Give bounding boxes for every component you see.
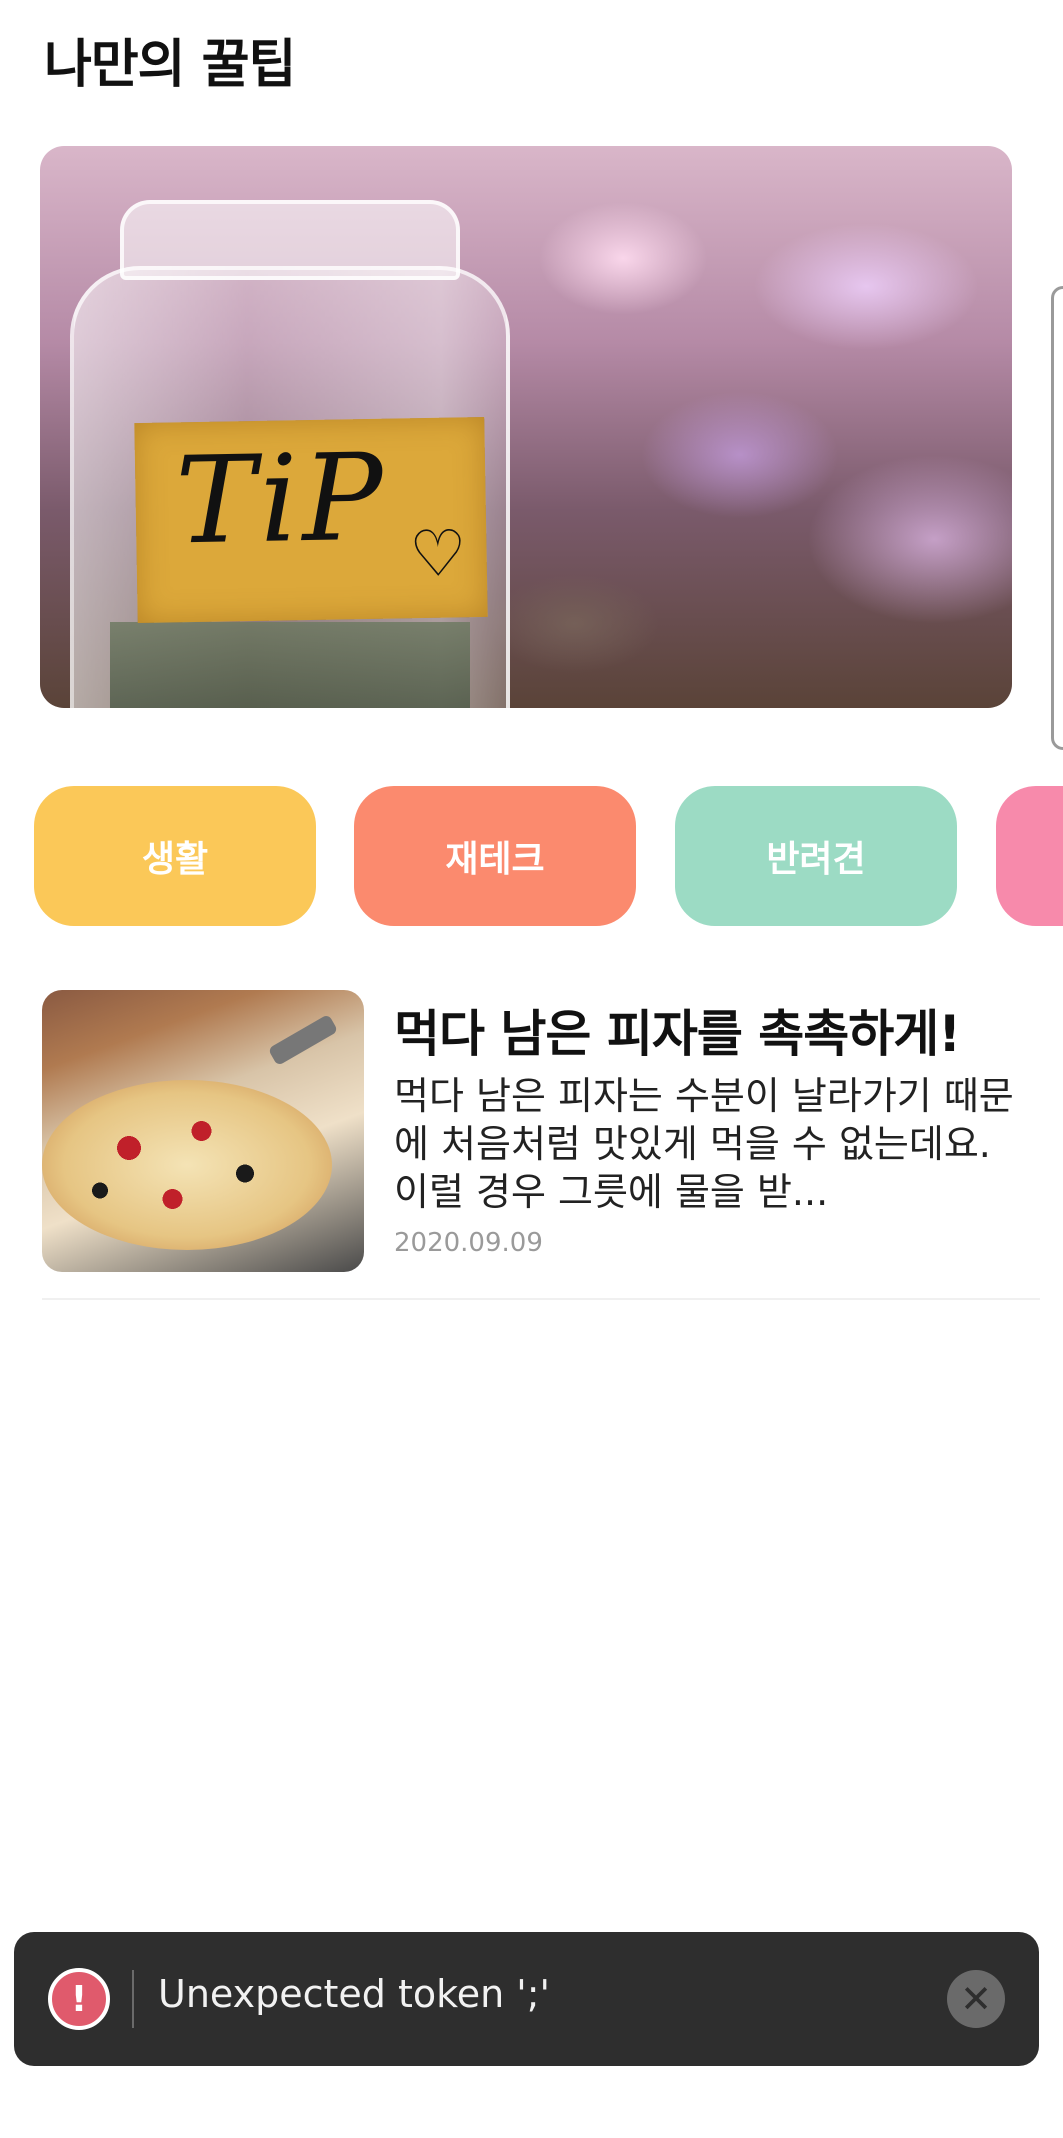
close-icon[interactable]: ✕: [947, 1970, 1005, 2028]
hero-banner[interactable]: TiP ♡: [40, 146, 1012, 708]
tip-label-text: TiP: [174, 428, 389, 572]
screen: 나만의 꿀팁 TiP ♡ 생활 재테크 반려견 먹다 남은 피자를 촉촉하게! …: [0, 0, 1063, 2138]
category-chip-label: 재테크: [445, 839, 545, 880]
list-divider: [42, 1298, 1040, 1300]
category-chip-finance[interactable]: 재테크: [354, 786, 636, 926]
article-thumbnail[interactable]: [42, 990, 364, 1272]
error-icon: !: [48, 1968, 110, 2030]
heart-icon: ♡: [408, 517, 468, 593]
pizza-image: [42, 1080, 332, 1250]
category-chip-pet[interactable]: 반려견: [675, 786, 957, 926]
jar-coins: [110, 622, 470, 708]
edge-panel-handle[interactable]: [1051, 286, 1063, 750]
article-title[interactable]: 먹다 남은 피자를 촉촉하게!: [394, 994, 1034, 1066]
toast-divider: [132, 1970, 134, 2028]
category-chip-label: 생활: [141, 839, 209, 880]
category-chip-life[interactable]: 생활: [34, 786, 316, 926]
toast-message: Unexpected token ';': [158, 1972, 551, 2016]
page-title: 나만의 꿀팁: [44, 35, 296, 95]
article-date: 2020.09.09: [394, 1228, 543, 1258]
category-chip-more[interactable]: [996, 786, 1063, 926]
error-toast: ! Unexpected token ';' ✕: [14, 1932, 1039, 2066]
category-chip-label: 반려견: [766, 839, 866, 880]
tip-label: TiP ♡: [134, 416, 488, 624]
jar-neck: [120, 200, 460, 280]
article-summary[interactable]: 먹다 남은 피자는 수분이 날라가기 때문에 처음처럼 맛있게 먹을 수 없는데…: [394, 1072, 1034, 1216]
pizza-server-image: [267, 1013, 339, 1067]
